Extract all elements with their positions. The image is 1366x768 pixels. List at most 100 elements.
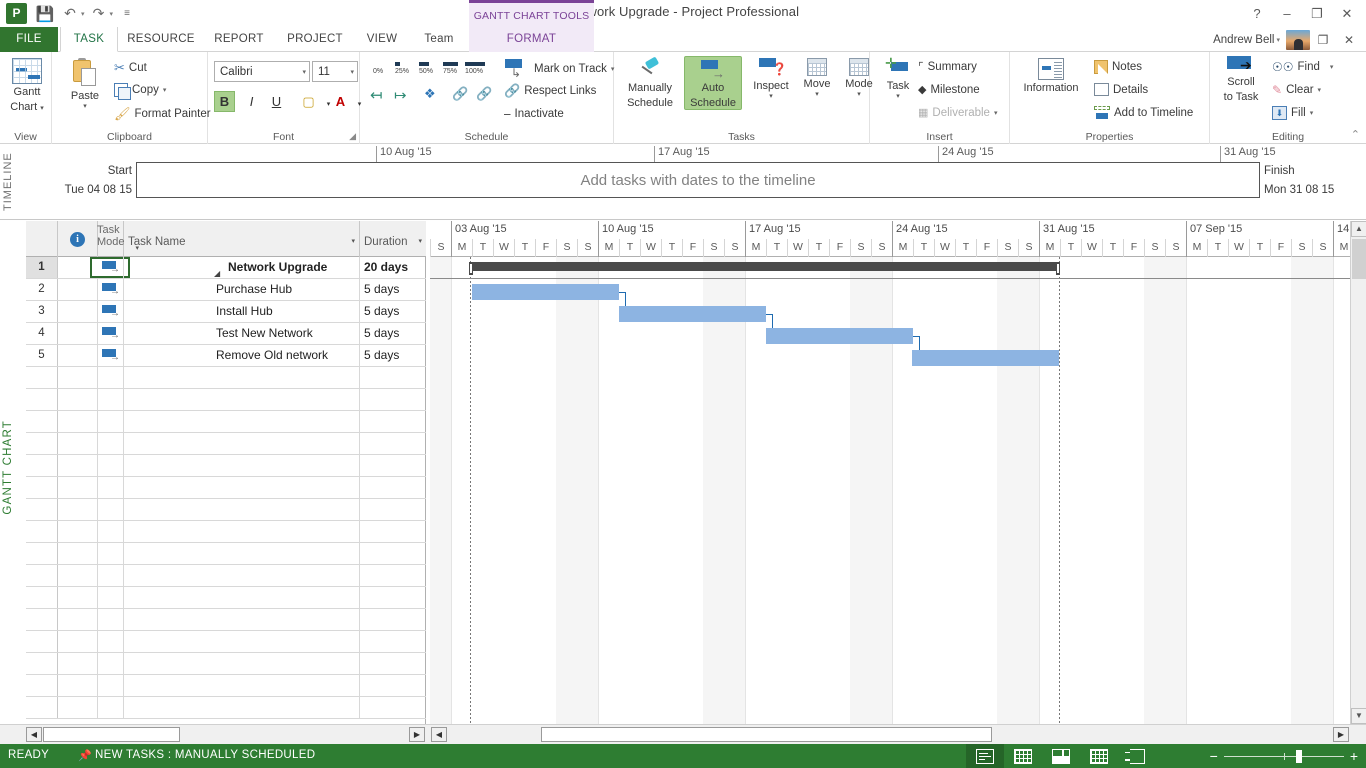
- row-indicators-cell[interactable]: [58, 675, 98, 696]
- row-duration-cell[interactable]: [360, 455, 426, 476]
- row-duration-cell[interactable]: [360, 653, 426, 674]
- row-task-mode-cell[interactable]: →: [98, 257, 124, 278]
- table-row-empty[interactable]: [26, 675, 426, 697]
- gantt-task-bar[interactable]: [619, 306, 766, 322]
- break-link-icon[interactable]: 🔗: [476, 86, 492, 102]
- row-indicators-cell[interactable]: [58, 367, 98, 388]
- table-row-empty[interactable]: [26, 565, 426, 587]
- pct-75-button[interactable]: 75%: [440, 60, 460, 78]
- restore-ribbon-button[interactable]: ❐: [1310, 29, 1336, 51]
- pct-25-button[interactable]: 25%: [392, 60, 412, 78]
- zoom-slider[interactable]: − +: [1210, 744, 1358, 768]
- row-task-name-cell[interactable]: [124, 389, 360, 410]
- table-row-empty[interactable]: [26, 389, 426, 411]
- inspect-button[interactable]: ❓ Inspect ▾: [748, 58, 794, 100]
- row-task-mode-cell[interactable]: [98, 653, 124, 674]
- insert-task-button[interactable]: ✛ Task ▾: [878, 56, 918, 100]
- zoom-in-button[interactable]: +: [1350, 749, 1358, 763]
- account-caret-icon[interactable]: ▾: [1276, 36, 1286, 44]
- collapse-ribbon-button[interactable]: ⌃: [1351, 128, 1360, 141]
- row-duration-cell[interactable]: [360, 631, 426, 652]
- tab-task[interactable]: TASK: [60, 27, 118, 52]
- milestone-button[interactable]: ◆ Milestone: [918, 83, 980, 97]
- gantt-task-bar[interactable]: [472, 284, 619, 300]
- row-duration-cell[interactable]: 5 days: [360, 323, 426, 344]
- fill-button[interactable]: ⬇ Fill ▾: [1272, 106, 1313, 120]
- row-indicators-cell[interactable]: [58, 477, 98, 498]
- font-dialog-launcher[interactable]: ◢: [349, 131, 356, 142]
- scroll-up-arrow-icon[interactable]: ▲: [1351, 221, 1366, 237]
- pct-0-button[interactable]: 0%: [368, 60, 388, 78]
- format-painter-button[interactable]: 🖌 Format Painter: [114, 106, 211, 122]
- link-tasks-icon[interactable]: 🔗: [452, 86, 468, 102]
- row-task-name-cell[interactable]: Install Hub: [124, 301, 360, 322]
- gantt-chart-view-button[interactable]: [966, 744, 1004, 768]
- row-duration-cell[interactable]: 5 days: [360, 301, 426, 322]
- help-button[interactable]: ?: [1242, 2, 1272, 26]
- task-usage-view-button[interactable]: [1004, 744, 1042, 768]
- row-task-mode-cell[interactable]: [98, 543, 124, 564]
- table-row-empty[interactable]: [26, 543, 426, 565]
- row-task-mode-cell[interactable]: [98, 587, 124, 608]
- tab-resource[interactable]: RESOURCE: [122, 27, 200, 52]
- row-task-name-cell[interactable]: [124, 587, 360, 608]
- font-family-select[interactable]: Calibri ▾: [214, 61, 310, 82]
- add-to-timeline-button[interactable]: Add to Timeline: [1094, 106, 1193, 120]
- row-duration-cell[interactable]: [360, 367, 426, 388]
- paste-caret-icon[interactable]: ▾: [83, 103, 87, 110]
- row-task-mode-cell[interactable]: [98, 499, 124, 520]
- row-duration-cell[interactable]: [360, 477, 426, 498]
- vertical-scrollbar-thumb[interactable]: [1352, 239, 1366, 279]
- vertical-scrollbar[interactable]: ▲ ▼: [1350, 221, 1366, 724]
- row-task-mode-cell[interactable]: →: [98, 323, 124, 344]
- row-task-name-cell[interactable]: Test New Network: [124, 323, 360, 344]
- tab-file[interactable]: FILE: [0, 27, 58, 52]
- duration-dropdown-icon[interactable]: ▾: [418, 237, 422, 245]
- row-task-name-cell[interactable]: [124, 455, 360, 476]
- details-button[interactable]: Details: [1094, 83, 1148, 96]
- inactivate-button[interactable]: ⎯ Inactivate: [504, 106, 564, 122]
- row-duration-cell[interactable]: [360, 499, 426, 520]
- table-row-empty[interactable]: [26, 697, 426, 719]
- row-duration-cell[interactable]: [360, 565, 426, 586]
- table-scroll-left-icon[interactable]: ◀: [26, 727, 42, 742]
- table-row[interactable]: 3 → Install Hub 5 days: [26, 301, 426, 323]
- summary-button[interactable]: ⌜ Summary: [918, 60, 977, 74]
- gantt-chart-pane[interactable]: 03 Aug '15 10 Aug '15 17 Aug '15 24 Aug …: [430, 221, 1366, 724]
- row-indicators-cell[interactable]: [58, 499, 98, 520]
- gantt-chart-canvas[interactable]: [430, 257, 1366, 724]
- gantt-chart-button[interactable]: Gantt Chart ▾: [8, 58, 46, 113]
- table-row[interactable]: 2 → Purchase Hub 5 days: [26, 279, 426, 301]
- table-row-empty[interactable]: [26, 653, 426, 675]
- bold-button[interactable]: B: [214, 91, 235, 112]
- chart-scroll-thumb[interactable]: [541, 727, 992, 742]
- timeline-band[interactable]: Add tasks with dates to the timeline: [136, 162, 1260, 198]
- avatar[interactable]: [1286, 29, 1310, 50]
- row-indicators-cell[interactable]: [58, 609, 98, 630]
- pct-50-button[interactable]: 50%: [416, 60, 436, 78]
- fill-caret-icon[interactable]: ▾: [1310, 109, 1314, 117]
- auto-schedule-button[interactable]: → Auto Schedule: [684, 56, 742, 110]
- row-task-mode-cell[interactable]: [98, 697, 124, 718]
- close-document-button[interactable]: ✕: [1336, 29, 1362, 51]
- zoom-track[interactable]: [1223, 749, 1344, 763]
- table-row[interactable]: 5 → Remove Old network 5 days: [26, 345, 426, 367]
- tab-project[interactable]: PROJECT: [278, 27, 352, 52]
- row-indicators-cell[interactable]: [58, 257, 130, 278]
- insert-task-caret-icon[interactable]: ▾: [896, 93, 900, 100]
- inspect-caret-icon[interactable]: ▾: [769, 93, 773, 100]
- row-task-name-cell[interactable]: [124, 675, 360, 696]
- reports-view-button[interactable]: [1118, 744, 1156, 768]
- timeline-vertical-label[interactable]: TIMELINE: [2, 150, 22, 214]
- row-indicators-cell[interactable]: [58, 323, 98, 344]
- table-row-empty[interactable]: [26, 477, 426, 499]
- unlink-tasks-icon[interactable]: ❖: [424, 86, 436, 102]
- row-indicators-cell[interactable]: [58, 389, 98, 410]
- table-row-empty[interactable]: [26, 631, 426, 653]
- respect-links-button[interactable]: 🔗 Respect Links: [504, 83, 596, 99]
- gantt-task-bar[interactable]: [912, 350, 1059, 366]
- row-task-mode-cell[interactable]: [98, 521, 124, 542]
- row-task-name-cell[interactable]: [124, 367, 360, 388]
- table-scroll-thumb[interactable]: [43, 727, 180, 742]
- chart-scroll-right-icon[interactable]: ▶: [1333, 727, 1349, 742]
